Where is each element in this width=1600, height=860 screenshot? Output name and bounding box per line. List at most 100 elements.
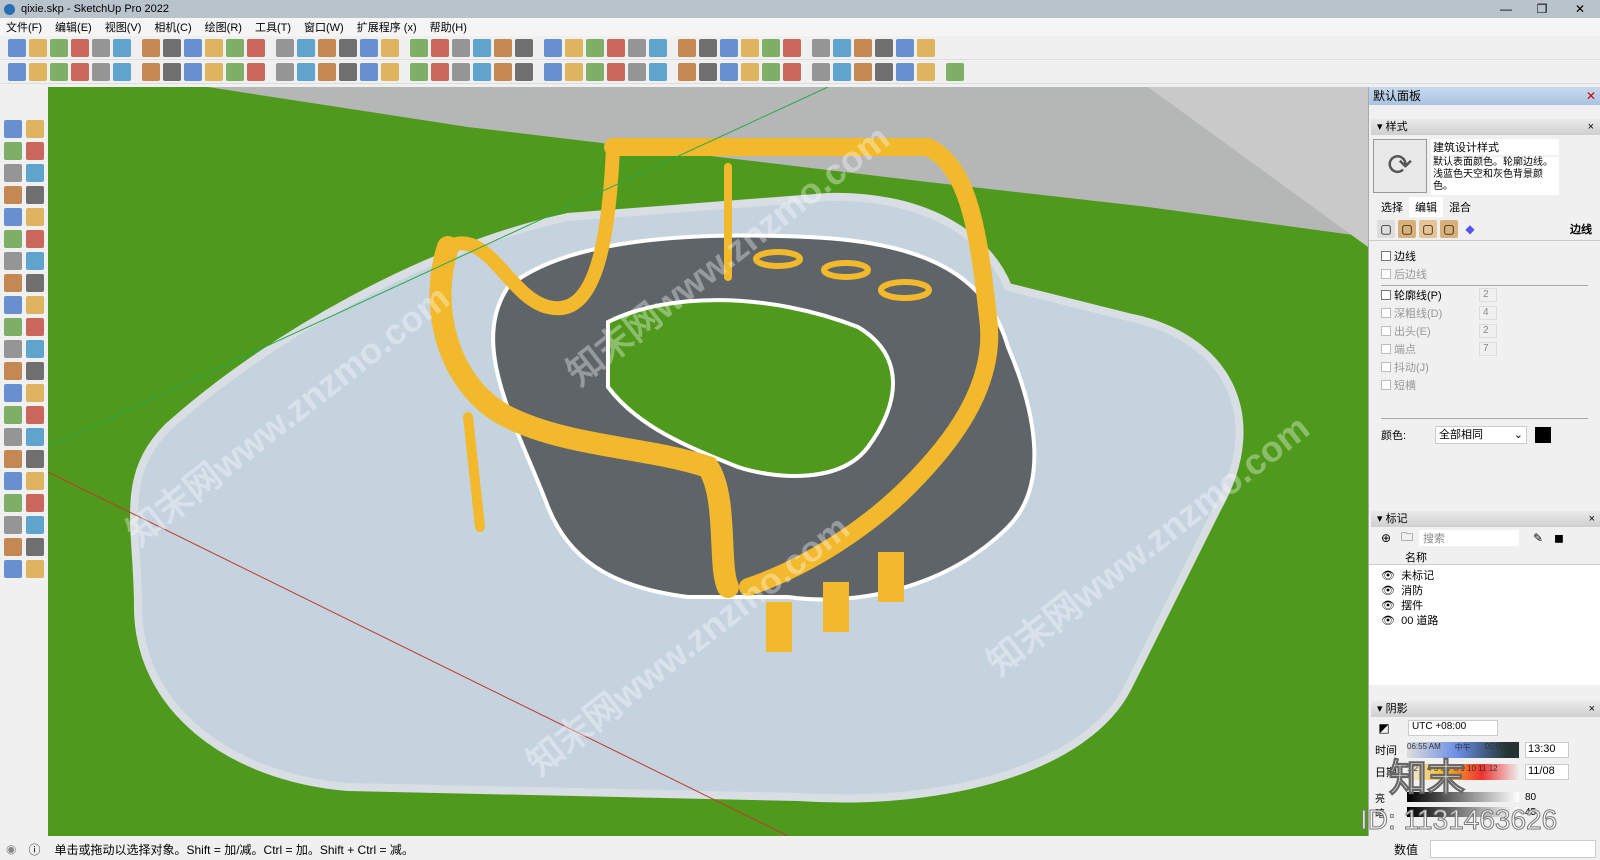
open-icon[interactable]: [29, 38, 47, 57]
model-info-icon[interactable]: [226, 38, 244, 57]
tree-icon[interactable]: [515, 62, 533, 81]
menu-camera[interactable]: 相机(C): [154, 19, 191, 35]
tag-color-icon[interactable]: ✎: [1529, 529, 1547, 547]
measurements-input[interactable]: [1430, 840, 1596, 858]
xray-icon[interactable]: [628, 38, 646, 57]
solid-subtract-icon[interactable]: [586, 38, 604, 57]
date-input[interactable]: 11/08: [1525, 764, 1569, 780]
pipe-icon[interactable]: [163, 62, 181, 81]
outliner-icon[interactable]: [896, 38, 914, 57]
background-settings-icon[interactable]: ▢: [1419, 219, 1437, 238]
label-icon[interactable]: [586, 62, 604, 81]
arc-icon[interactable]: [4, 252, 22, 270]
tag-search-input[interactable]: 搜索: [1419, 530, 1519, 546]
freehand-icon[interactable]: [26, 186, 44, 204]
redo-icon[interactable]: [184, 38, 202, 57]
bend-icon[interactable]: [297, 62, 315, 81]
beam-icon[interactable]: [142, 62, 160, 81]
profiles-checkbox[interactable]: 轮廓线(P) 2: [1369, 286, 1600, 304]
color-swatch[interactable]: [1535, 427, 1551, 443]
flip-icon[interactable]: [917, 62, 935, 81]
rotated-rect-icon[interactable]: [26, 208, 44, 226]
extension-length[interactable]: 2: [1479, 324, 1497, 338]
edges-checkbox[interactable]: 边线: [1369, 247, 1600, 265]
shadows-section-header[interactable]: ▾ 阴影 ×: [1371, 701, 1600, 717]
modeling-settings-icon[interactable]: ◆: [1461, 220, 1479, 238]
shaded-icon[interactable]: [720, 38, 738, 57]
geo-location-icon[interactable]: ◉: [6, 842, 16, 856]
endpoints-length[interactable]: 7: [1479, 342, 1497, 356]
orbit-icon[interactable]: [26, 120, 44, 138]
add-tag-folder-icon[interactable]: 🗀: [1398, 529, 1416, 547]
menu-help[interactable]: 帮助(H): [430, 19, 467, 35]
line-icon[interactable]: [4, 186, 22, 204]
style-name[interactable]: 建筑设计样式: [1431, 139, 1559, 155]
paste-icon[interactable]: [113, 38, 131, 57]
stop-icon[interactable]: [720, 62, 738, 81]
component-icon[interactable]: [515, 38, 533, 57]
follow-me-icon[interactable]: [26, 318, 44, 336]
face-settings-icon[interactable]: ▢: [1398, 219, 1416, 238]
rectangle-icon[interactable]: [4, 208, 22, 226]
curve-icon[interactable]: [184, 62, 202, 81]
grid-icon[interactable]: [381, 62, 399, 81]
style-builder-icon[interactable]: [29, 62, 47, 81]
close-button[interactable]: ✕: [1562, 0, 1598, 18]
text-icon[interactable]: [26, 384, 44, 402]
new-icon[interactable]: [8, 38, 26, 57]
light-value[interactable]: 80: [1525, 792, 1536, 803]
styles-section-header[interactable]: ▾ 样式 ×: [1371, 119, 1600, 135]
orbit2-icon[interactable]: [4, 428, 22, 446]
solid-trim-icon[interactable]: [607, 38, 625, 57]
stamp-icon[interactable]: [4, 560, 22, 578]
previous-view-icon[interactable]: [26, 472, 44, 490]
pencil-icon[interactable]: [26, 164, 44, 182]
tape-icon[interactable]: [4, 164, 22, 182]
array-icon[interactable]: [360, 62, 378, 81]
look-around-icon[interactable]: [26, 494, 44, 512]
copy-icon[interactable]: [92, 38, 110, 57]
person-icon[interactable]: [544, 62, 562, 81]
back-edges-checkbox[interactable]: 后边线: [1369, 265, 1600, 283]
add-tag-icon[interactable]: ⊕: [1377, 529, 1395, 547]
scale-icon[interactable]: [4, 340, 22, 358]
rotate-icon[interactable]: [4, 318, 22, 336]
sandbox-icon[interactable]: [4, 538, 22, 556]
pie-icon[interactable]: [26, 252, 44, 270]
section-icon[interactable]: [26, 516, 44, 534]
section-plane-icon[interactable]: [473, 38, 491, 57]
wall-icon[interactable]: [92, 62, 110, 81]
visibility-eye-icon[interactable]: 👁: [1381, 600, 1395, 612]
warehouse-icon[interactable]: [410, 38, 428, 57]
dimension-icon[interactable]: [26, 362, 44, 380]
visibility-eye-icon[interactable]: 👁: [1381, 585, 1395, 597]
timezone-dropdown[interactable]: UTC +08:00: [1408, 720, 1498, 736]
jitter-checkbox[interactable]: 抖动(J): [1369, 358, 1600, 376]
menu-extensions[interactable]: 扩展程序 (x): [357, 19, 417, 35]
eraser-icon[interactable]: [26, 142, 44, 160]
menu-edit[interactable]: 编辑(E): [55, 19, 92, 35]
tag-dash-icon[interactable]: ◼: [1550, 529, 1568, 547]
layout-icon[interactable]: [8, 62, 26, 81]
shadow-icon[interactable]: [783, 38, 801, 57]
left-view-icon[interactable]: [360, 38, 378, 57]
house-icon[interactable]: [452, 38, 470, 57]
push-pull-icon[interactable]: [26, 296, 44, 314]
tag-row[interactable]: 👁 00 道路: [1369, 612, 1600, 627]
depth-cue-checkbox[interactable]: 深粗线(D) 4: [1369, 304, 1600, 322]
bottom-view-icon[interactable]: [381, 38, 399, 57]
pan-icon[interactable]: [26, 428, 44, 446]
edge-settings-icon[interactable]: ▢: [1377, 219, 1395, 238]
smoove-icon[interactable]: [26, 538, 44, 556]
axis-x-icon[interactable]: [812, 62, 830, 81]
textured-icon[interactable]: [741, 38, 759, 57]
save-icon[interactable]: [50, 38, 68, 57]
wireframe-icon[interactable]: [678, 38, 696, 57]
column-icon[interactable]: [113, 62, 131, 81]
3d-text-icon[interactable]: [26, 406, 44, 424]
axes-icon[interactable]: [4, 406, 22, 424]
polygon-icon[interactable]: [26, 230, 44, 248]
profiles-width[interactable]: 2: [1479, 288, 1497, 302]
scale-icon[interactable]: [896, 62, 914, 81]
skin-icon[interactable]: [628, 62, 646, 81]
